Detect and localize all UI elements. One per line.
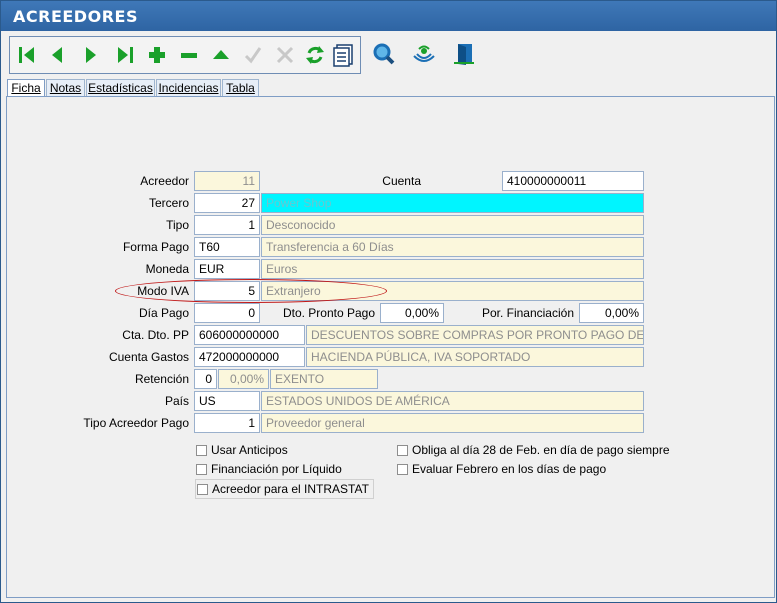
dto-pronto-pago-field[interactable]: 0,00% bbox=[380, 303, 444, 323]
cancel-icon bbox=[276, 46, 294, 64]
window-title: ACREEDORES bbox=[13, 7, 138, 26]
dia-pago-field[interactable]: 0 bbox=[194, 303, 260, 323]
pais-label: País bbox=[164, 394, 189, 408]
signal-icon bbox=[413, 45, 435, 62]
tercero-label: Tercero bbox=[148, 196, 189, 210]
financiacion-liquido-checkbox[interactable]: Financiación por Líquido bbox=[195, 460, 342, 478]
retencion-field[interactable]: 0 bbox=[194, 369, 217, 389]
acreedor-field[interactable]: 11 bbox=[194, 171, 260, 191]
cta-dto-pp-field[interactable]: 606000000000 bbox=[194, 325, 305, 345]
confirm-icon bbox=[244, 47, 262, 64]
refresh-icon bbox=[306, 46, 324, 64]
moneda-label: Moneda bbox=[145, 262, 189, 276]
pais-field[interactable]: US bbox=[194, 391, 260, 411]
extra-toolbar bbox=[369, 36, 489, 72]
tipo-acreedor-pago-field[interactable]: 1 bbox=[194, 413, 260, 433]
tercero-field[interactable]: 27 bbox=[194, 193, 260, 213]
acreedor-intrastat-checkbox[interactable]: Acreedor para el INTRASTAT bbox=[195, 479, 374, 499]
forma-pago-field[interactable]: T60 bbox=[194, 237, 260, 257]
retencion-pct: 0,00% bbox=[218, 369, 269, 389]
retencion-label: Retención bbox=[134, 372, 189, 386]
acreedores-window: ACREEDORES Ficha Notas Estadísticas Inci… bbox=[0, 0, 777, 603]
cuenta-gastos-label: Cuenta Gastos bbox=[108, 350, 189, 364]
cancel-button[interactable] bbox=[272, 41, 298, 69]
refresh-button[interactable] bbox=[302, 41, 328, 69]
search-icon bbox=[373, 43, 395, 65]
list-icon bbox=[333, 44, 353, 67]
previous-record-button[interactable] bbox=[44, 41, 70, 69]
first-record-button[interactable] bbox=[14, 41, 40, 69]
modo-iva-label: Modo IVA bbox=[137, 284, 189, 298]
title-bar: ACREEDORES bbox=[1, 1, 776, 31]
modo-iva-field[interactable]: 5 bbox=[194, 281, 260, 301]
moneda-desc: Euros bbox=[261, 259, 644, 279]
dia-pago-label: Día Pago bbox=[138, 306, 189, 320]
last-record-button[interactable] bbox=[112, 41, 138, 69]
previous-record-icon bbox=[52, 47, 62, 63]
retencion-desc: EXENTO bbox=[270, 369, 378, 389]
tipo-acreedor-pago-desc: Proveedor general bbox=[261, 413, 644, 433]
cta-dto-pp-label: Cta. Dto. PP bbox=[122, 328, 189, 342]
tipo-label: Tipo bbox=[166, 218, 189, 232]
add-record-button[interactable] bbox=[144, 41, 170, 69]
por-financiacion-label: Por. Financiación bbox=[481, 306, 574, 320]
tab-notas[interactable]: Notas bbox=[46, 79, 85, 97]
last-record-icon bbox=[118, 47, 133, 63]
up-button[interactable] bbox=[208, 41, 234, 69]
evaluar-febrero-checkbox[interactable]: Evaluar Febrero en los días de pago bbox=[396, 460, 606, 478]
cuenta-label: Cuenta bbox=[382, 174, 421, 188]
acreedor-label: Acreedor bbox=[140, 174, 189, 188]
list-button[interactable] bbox=[330, 41, 356, 69]
cuenta-gastos-field[interactable]: 472000000000 bbox=[194, 347, 305, 367]
next-record-icon bbox=[86, 47, 96, 63]
obliga-28-feb-checkbox[interactable]: Obliga al día 28 de Feb. en día de pago … bbox=[396, 441, 670, 459]
forma-pago-label: Forma Pago bbox=[122, 240, 189, 254]
first-record-icon bbox=[19, 47, 34, 63]
moneda-field[interactable]: EUR bbox=[194, 259, 260, 279]
tab-estadisticas[interactable]: Estadísticas bbox=[86, 79, 155, 97]
tipo-field[interactable]: 1 bbox=[194, 215, 260, 235]
delete-icon bbox=[181, 53, 197, 58]
dto-pronto-pago-label: Dto. Pronto Pago bbox=[282, 306, 375, 320]
exit-button[interactable] bbox=[451, 40, 477, 68]
modo-iva-desc: Extranjero bbox=[261, 281, 644, 301]
tipo-acreedor-pago-label: Tipo Acreedor Pago bbox=[83, 416, 189, 430]
exit-door-icon bbox=[454, 44, 474, 65]
search-button[interactable] bbox=[371, 40, 397, 68]
delete-record-button[interactable] bbox=[176, 41, 202, 69]
tipo-desc: Desconocido bbox=[261, 215, 644, 235]
add-icon bbox=[149, 47, 165, 63]
cuenta-gastos-desc: HACIENDA PÚBLICA, IVA SOPORTADO bbox=[306, 347, 644, 367]
up-icon bbox=[213, 50, 229, 59]
pais-desc: ESTADOS UNIDOS DE AMÉRICA bbox=[261, 391, 644, 411]
next-record-button[interactable] bbox=[78, 41, 104, 69]
signal-button[interactable] bbox=[411, 40, 437, 68]
confirm-button[interactable] bbox=[240, 41, 266, 69]
tercero-name: Power Shop bbox=[261, 193, 644, 213]
cuenta-field[interactable]: 410000000011 bbox=[502, 171, 644, 191]
usar-anticipos-checkbox[interactable]: Usar Anticipos bbox=[195, 441, 288, 459]
cta-dto-pp-desc: DESCUENTOS SOBRE COMPRAS POR PRONTO PAGO… bbox=[306, 325, 644, 345]
tab-incidencias[interactable]: Incidencias bbox=[156, 79, 221, 97]
por-financiacion-field[interactable]: 0,00% bbox=[579, 303, 644, 323]
forma-pago-desc: Transferencia a 60 Días bbox=[261, 237, 644, 257]
tab-tabla[interactable]: Tabla bbox=[222, 79, 259, 97]
record-toolbar bbox=[9, 36, 361, 74]
